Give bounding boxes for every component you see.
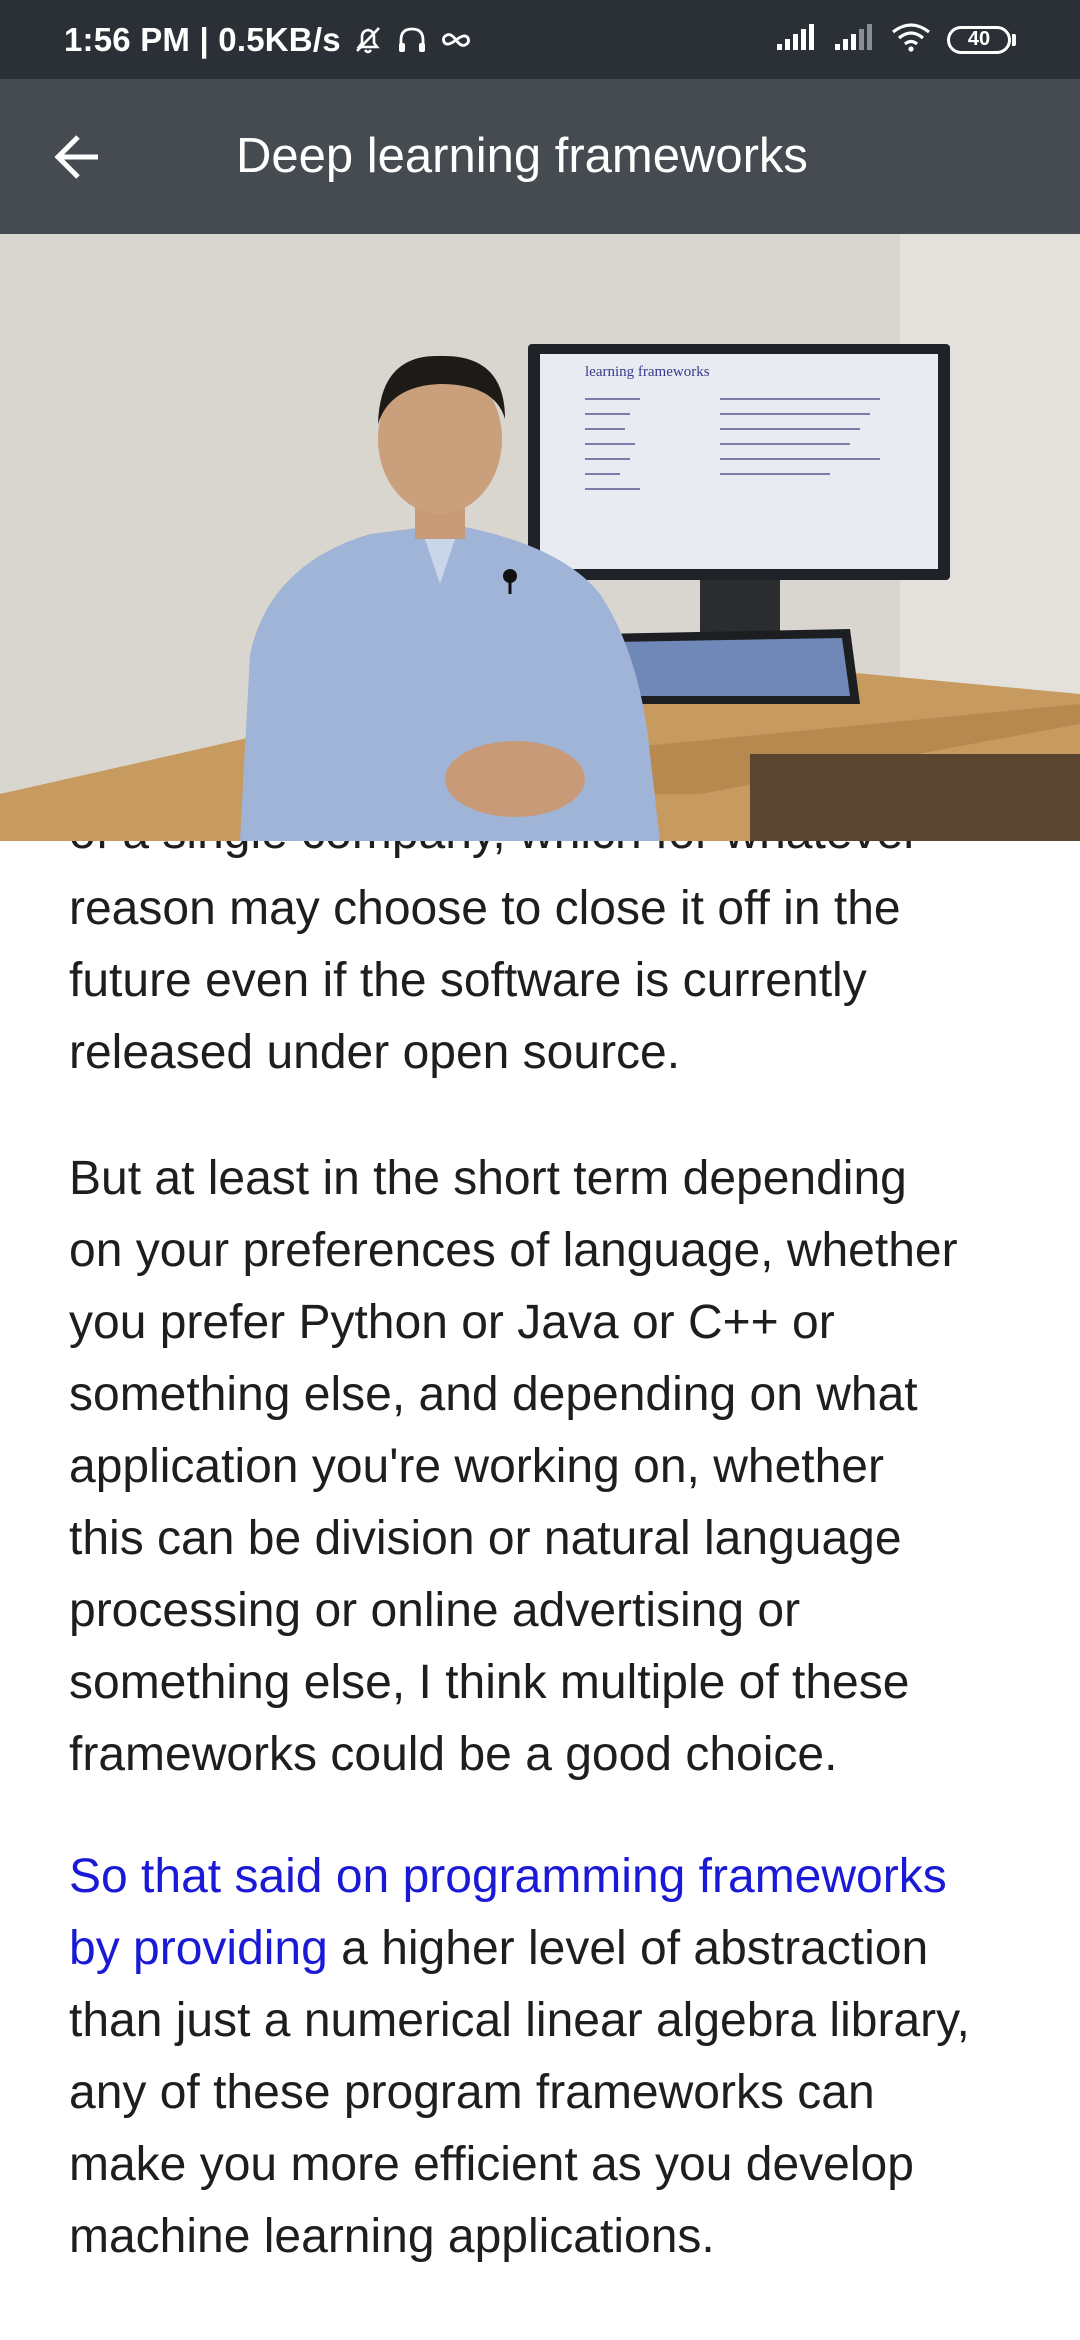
current-transcript-segment[interactable]: by providing [69,1922,328,1975]
slide-title: learning frameworks [585,364,710,380]
transcript-line: reason may choose to close it off in the [69,882,901,935]
transcript-line: machine learning applications. [69,2210,715,2263]
transcript-line: something else, I think multiple of thes… [69,1656,910,1709]
battery-tip [1012,33,1016,46]
transcript-line: application you're working on, whether [69,1440,884,1493]
transcript-line: make you more efficient as you develop [69,2138,914,2191]
transcript-line: processing or online advertising or [69,1584,801,1637]
transcript-line: something else, and depending on what [69,1368,918,1421]
transcript-line: by providing a higher level of abstracti… [69,1913,1029,1985]
back-button[interactable] [36,119,120,195]
page-title: Deep learning frameworks [236,129,808,183]
transcript: of a single company, which for whatever … [0,841,1080,2340]
arrow-left-icon [54,135,98,179]
partial-transcript-line: of a single company, which for whatever [69,841,919,869]
battery-level: 40 [947,25,1011,54]
signal-icon [833,22,875,57]
infinity-icon [439,23,473,57]
app-bar: Deep learning frameworks [0,79,1080,234]
headset-icon [395,23,429,57]
signal-icon [775,22,817,57]
transcript-line: than just a numerical linear algebra lib… [69,1994,970,2047]
status-right: 40 [775,22,1016,57]
transcript-line: released under open source. [69,1026,681,1079]
transcript-paragraph-2: But at least in the short term depending… [69,1143,1029,1791]
video-player[interactable]: learning frameworks [0,234,1080,841]
transcript-line: But at least in the short term depending [69,1152,907,1205]
battery-icon: 40 [947,25,1016,54]
status-bar: 1:56 PM | 0.5KB/s 40 [0,0,1080,79]
transcript-line: future even if the software is currently [69,954,867,1007]
transcript-segment: a higher level of abstraction [327,1922,929,1975]
current-transcript-line[interactable]: So that said on programming frameworks [69,1841,1029,1913]
transcript-line: this can be division or natural language [69,1512,902,1565]
transcript-line: on your preferences of language, whether [69,1224,958,1277]
video-frame: learning frameworks [0,234,1080,841]
transcript-line: frameworks could be a good choice. [69,1728,838,1781]
status-time-speed: 1:56 PM | 0.5KB/s [64,20,341,58]
status-left: 1:56 PM | 0.5KB/s [64,21,473,59]
mute-alarm-icon [351,23,385,57]
transcript-line: you prefer Python or Java or C++ or [69,1296,835,1349]
transcript-paragraph-3: So that said on programming frameworks b… [69,1841,1029,2273]
wifi-icon [891,22,931,57]
transcript-line: any of these program frameworks can [69,2066,875,2119]
transcript-paragraph-1: reason may choose to close it off in the… [69,873,1029,1089]
